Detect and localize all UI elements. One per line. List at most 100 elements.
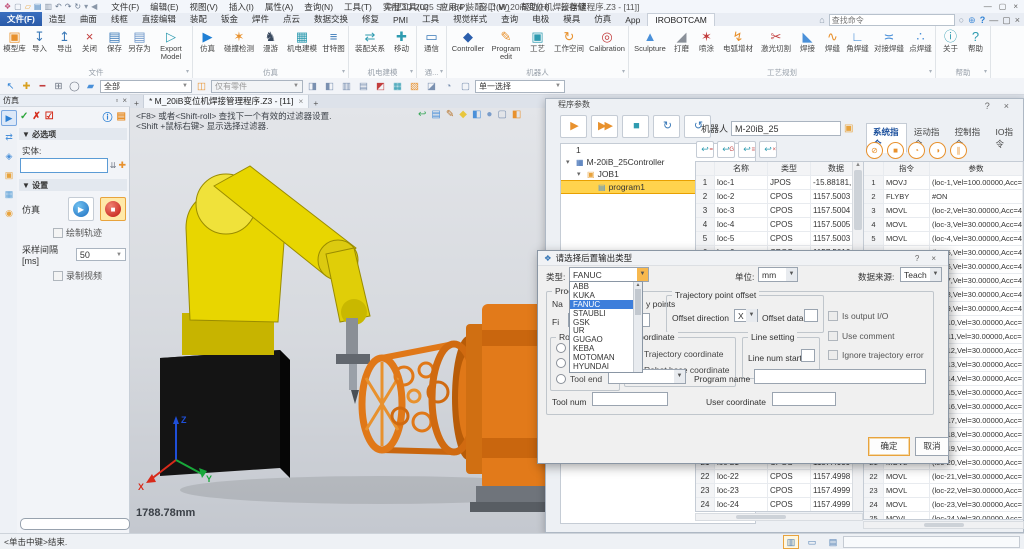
collision-check-button[interactable]: ✶ 碰撞检测 — [220, 27, 258, 53]
dialog-launcher-icon[interactable]: ▾ — [342, 67, 345, 78]
menubar-item[interactable]: 应用(P) — [440, 1, 468, 13]
command-column-header[interactable]: 参数 — [930, 162, 1023, 175]
expander-icon[interactable]: ▾ — [566, 158, 573, 166]
menubar-item[interactable]: 属性(A) — [265, 1, 293, 13]
menubar-item[interactable]: 编辑(E) — [150, 1, 178, 13]
command-table-row[interactable]: 22 MOVL (loc-21,Vel=30.00000,Acc=40. — [864, 470, 1023, 484]
doc-icon[interactable]: ▤ — [117, 111, 126, 122]
display-settings-icon[interactable]: ▥ — [783, 534, 799, 549]
dropdown-option-gsk[interactable]: GSK — [570, 318, 633, 327]
save-as-button[interactable]: ▤ 另存为 — [127, 27, 152, 53]
filter-all-select[interactable]: 全部 ▼ — [100, 79, 192, 93]
pick-paint-icon[interactable]: ▰ — [84, 81, 97, 92]
add-entity-icon[interactable]: ✚ — [20, 81, 33, 92]
filter-curves-icon[interactable]: ▥ — [340, 81, 353, 92]
document-tab[interactable]: * M_20iB变位机焊接管理程序.Z3 - [11] × — [142, 93, 310, 108]
spot-weld-button[interactable]: ∴ 点焊缝 — [908, 27, 933, 53]
dialog-launcher-icon[interactable]: ▾ — [984, 67, 987, 78]
dialog-launcher-icon[interactable]: ▾ — [440, 67, 443, 78]
robot-name-input[interactable]: M-20iB_25 — [731, 121, 842, 136]
command-table-row[interactable]: 5 MOVL (loc-4,Vel=30.00000,Acc=40.0 — [864, 232, 1023, 246]
dropdown-option-gugao[interactable]: GUGAO — [570, 335, 633, 344]
mechatronics-button[interactable]: ▦ 机电建模 — [283, 27, 321, 53]
sculpture-button[interactable]: ▲ Sculpture — [631, 27, 669, 53]
select-cursor-icon[interactable]: ↖ — [4, 81, 17, 92]
command-table-row[interactable]: 4 MOVL (loc-3,Vel=30.00000,Acc=40.0 — [864, 218, 1023, 232]
ribbon-tab[interactable]: 文件(F) — [0, 12, 42, 26]
cmd-tool-button[interactable]: ◑ — [929, 142, 946, 159]
communication-button[interactable]: ▭ 通信 — [419, 27, 444, 53]
line-num-start-input[interactable] — [801, 349, 815, 362]
type-select[interactable]: FANUC ▼ — [569, 267, 649, 282]
dialog-launcher-icon[interactable]: ▾ — [622, 67, 625, 78]
close-icon[interactable]: × — [1004, 101, 1009, 111]
shade-mode-icon[interactable]: ● — [486, 109, 492, 120]
scene-tab-button[interactable]: ▦ — [1, 186, 17, 202]
dropdown-arrow-icon[interactable]: ▾ — [84, 1, 88, 13]
controller-button[interactable]: ◆ Controller — [449, 27, 487, 53]
render-mode-icon[interactable]: ◧ — [512, 109, 521, 120]
dropdown-option-fanuc[interactable]: FANUC — [570, 299, 633, 309]
dropdown-scrollbar[interactable]: ▲ — [633, 282, 642, 372]
dropdown-option-staubli[interactable]: STAUBLI — [570, 309, 633, 318]
command-column-header[interactable]: 指令 — [884, 162, 930, 175]
ribbon-tab[interactable]: 模具 — [556, 12, 587, 26]
filter-datum-icon[interactable]: ◪ — [425, 81, 438, 92]
close-doc-button[interactable]: × 关闭 — [77, 27, 102, 53]
assembly-relation-button[interactable]: ⇄ 装配关系 — [351, 27, 389, 53]
stop-program-button[interactable]: ■ — [622, 115, 649, 138]
ribbon-tab[interactable]: 电极 — [525, 12, 556, 26]
close-icon[interactable]: × — [1013, 2, 1018, 11]
pin-tab-icon[interactable]: + — [130, 98, 143, 108]
doc-minimize-icon[interactable]: — — [989, 15, 998, 25]
ribbon-tab[interactable]: 装配 — [183, 12, 214, 26]
required-section-header[interactable]: ▼ 必选项 — [19, 128, 127, 140]
loc-table-row[interactable]: 1 loc-1 JPOS -15.88181, — [696, 176, 862, 190]
ribbon-tab[interactable]: 工具 — [415, 12, 446, 26]
doc-close-icon[interactable]: × — [1015, 15, 1020, 25]
loc-table-hscrollbar[interactable] — [695, 513, 863, 521]
insert-loc-button[interactable]: ↩ = — [696, 141, 714, 158]
weld-seam-button[interactable]: ∿ 焊缝 — [820, 27, 845, 53]
annotate-icon[interactable]: ✎ — [446, 109, 454, 120]
refresh-icon[interactable]: ↻ — [74, 1, 81, 13]
minimize-icon[interactable]: — — [984, 2, 992, 11]
model-library-button[interactable]: ▣ 模型库 — [2, 27, 27, 53]
loc-table-row[interactable]: 24 loc-24 CPOS 1157.4999 — [696, 498, 862, 511]
menubar-item[interactable]: 插入(I) — [229, 1, 254, 13]
command-tab[interactable]: IO指令 — [988, 123, 1023, 153]
ribbon-tab[interactable]: 焊件 — [245, 12, 276, 26]
ribbon-tab[interactable]: IROBOTCAM — [647, 13, 715, 26]
program-name-input[interactable] — [754, 369, 926, 384]
workpiece-tab-button[interactable]: ▣ — [1, 167, 17, 183]
part-filter-icon[interactable]: ◫ — [195, 81, 208, 92]
menubar-item[interactable]: 云存储 — [561, 1, 587, 13]
command-table-row[interactable]: 1 MOVJ (loc-1,Vel=100.00000,Acc=50. — [864, 176, 1023, 190]
new-tab-icon[interactable]: + — [309, 98, 322, 108]
welding-button[interactable]: ◣ 焊接 — [795, 27, 820, 53]
select-mode-select[interactable]: 单一选择 ▼ — [475, 79, 565, 93]
layout-icon[interactable]: ▤ — [825, 535, 841, 549]
user-coordinate-input[interactable] — [772, 392, 836, 406]
filter-components-icon[interactable]: ▦ — [391, 81, 404, 92]
tool-num-input[interactable] — [592, 392, 668, 406]
settings-section-header[interactable]: ▼ 设置 — [19, 179, 127, 191]
cancel-button[interactable]: 取消 — [915, 437, 949, 456]
ribbon-tab[interactable]: 数据交换 — [307, 12, 355, 26]
loc-table-row[interactable]: 3 loc-3 CPOS 1157.5004 — [696, 204, 862, 218]
cmd-skip-button[interactable]: ⊘ — [866, 142, 883, 159]
print-icon[interactable]: ▥ — [44, 1, 52, 13]
about-button[interactable]: ⓘ 关于 — [938, 27, 963, 53]
help-icon[interactable]: ? — [985, 101, 990, 111]
butt-weld-button[interactable]: ≍ 对接焊缝 — [870, 27, 908, 53]
command-search-input[interactable] — [828, 14, 955, 26]
loc-column-header[interactable] — [696, 162, 715, 175]
dropdown-option-ur[interactable]: UR — [570, 326, 633, 336]
menubar-item[interactable]: 工具(T) — [344, 1, 372, 13]
data-source-select[interactable]: Teach ▼ — [900, 267, 942, 282]
ok-button[interactable]: 确定 — [868, 437, 910, 456]
walkthrough-button[interactable]: ♞ 漫游 — [258, 27, 283, 53]
menubar-item[interactable]: 查询(N) — [304, 1, 333, 13]
process-button[interactable]: ▣ 工艺 — [525, 27, 550, 53]
spraying-button[interactable]: ✶ 喷涂 — [694, 27, 719, 53]
